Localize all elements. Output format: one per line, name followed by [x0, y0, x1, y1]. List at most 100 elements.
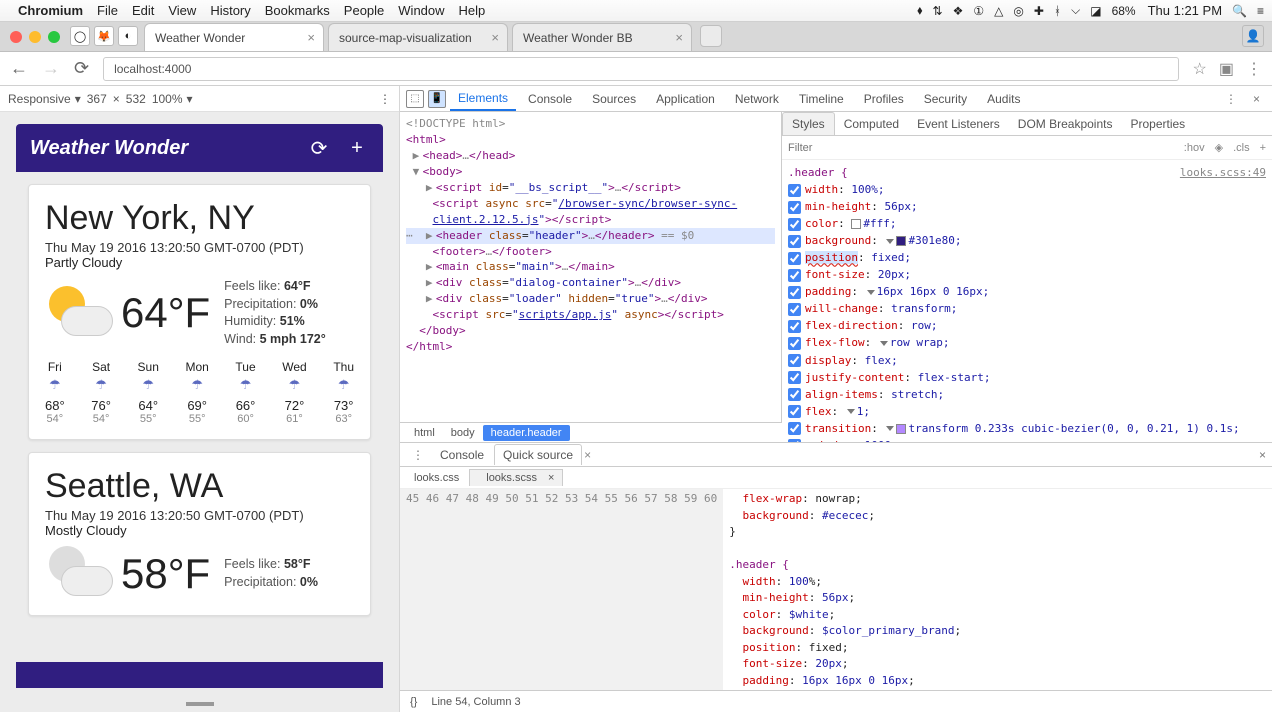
css-rule[interactable]: padding: 16px 16px 0 16px; [788, 283, 1266, 300]
drawer-close-icon[interactable]: × [1253, 448, 1272, 462]
menu-people[interactable]: People [344, 3, 384, 18]
css-rule[interactable]: align-items: stretch; [788, 386, 1266, 403]
rule-checkbox[interactable] [788, 218, 801, 231]
new-tab-button[interactable] [700, 25, 722, 47]
sync-icon[interactable]: ⇅ [933, 4, 943, 18]
rule-checkbox[interactable] [788, 354, 801, 367]
menu-window[interactable]: Window [398, 3, 444, 18]
device-height-input[interactable]: 532 [126, 92, 146, 106]
window-close-button[interactable] [10, 31, 22, 43]
tab-2[interactable]: source-map-visualization× [328, 23, 508, 51]
rule-checkbox[interactable] [788, 320, 801, 333]
crumb-body[interactable]: body [443, 425, 483, 441]
app-name[interactable]: Chromium [18, 3, 83, 18]
inspect-icon[interactable]: ⬚ [406, 90, 424, 108]
pinned-tab-3[interactable]: ◐ [118, 26, 138, 46]
menu-icon[interactable]: ❖ [953, 4, 964, 18]
nav-reload-button[interactable]: ⟳ [74, 58, 89, 79]
rule-checkbox[interactable] [788, 235, 801, 248]
panel-elements[interactable]: Elements [450, 87, 516, 111]
tab-close-icon[interactable]: × [491, 30, 499, 45]
menu-bookmarks[interactable]: Bookmarks [265, 3, 330, 18]
css-rule[interactable]: min-height: 56px; [788, 198, 1266, 215]
css-rule[interactable]: color: #fff; [788, 215, 1266, 232]
resize-handle[interactable] [186, 702, 214, 706]
css-rule[interactable]: flex-direction: row; [788, 317, 1266, 334]
nav-back-button[interactable]: ← [10, 58, 28, 79]
wifi-icon[interactable]: ⌵ [1071, 3, 1080, 18]
device-selector[interactable]: Responsive ▾ [8, 92, 81, 106]
bluetooth-icon[interactable]: ᚼ [1054, 4, 1061, 18]
pinned-tab-firefox[interactable]: 🦊 [94, 26, 114, 46]
rule-checkbox[interactable] [788, 201, 801, 214]
rule-checkbox[interactable] [788, 405, 801, 418]
device-mode-icon[interactable]: 📱 [428, 90, 446, 108]
cls-toggle[interactable]: .cls [1233, 142, 1250, 154]
styles-tab-computed[interactable]: Computed [835, 113, 908, 135]
zoom-selector[interactable]: 100% ▾ [152, 92, 193, 106]
rule-checkbox[interactable] [788, 371, 801, 384]
styles-tab-events[interactable]: Event Listeners [908, 113, 1009, 135]
box-model-icon[interactable]: ◈ [1215, 141, 1223, 154]
rule-checkbox[interactable] [788, 286, 801, 299]
file-tab-css[interactable]: looks.css [406, 470, 467, 486]
star-icon[interactable]: ☆ [1193, 59, 1207, 79]
notifications-icon[interactable]: ≡ [1257, 4, 1264, 18]
tab-close-icon[interactable]: × [307, 30, 315, 45]
css-rule[interactable]: position: fixed; [788, 249, 1266, 266]
elements-tree[interactable]: <!DOCTYPE html> <html> ▶<head>…</head> ▼… [400, 112, 782, 422]
devtools-close-icon[interactable]: × [1247, 92, 1266, 106]
panel-profiles[interactable]: Profiles [856, 88, 912, 110]
drawer-tab-close-icon[interactable]: × [584, 448, 591, 462]
refresh-icon[interactable]: ⟳ [307, 136, 331, 161]
devtools-menu-icon[interactable]: ⋮ [1219, 92, 1243, 106]
drawer-tab-console[interactable]: Console [432, 445, 492, 465]
add-icon[interactable]: + [345, 137, 369, 160]
styles-tab-dom[interactable]: DOM Breakpoints [1009, 113, 1122, 135]
crumb-html[interactable]: html [406, 425, 443, 441]
cast-icon[interactable]: ▣ [1219, 59, 1234, 79]
rule-checkbox[interactable] [788, 184, 801, 197]
panel-console[interactable]: Console [520, 88, 580, 110]
css-rule[interactable]: flex: 1; [788, 403, 1266, 420]
drawer-menu-icon[interactable]: ⋮ [406, 448, 430, 462]
tab-3[interactable]: Weather Wonder BB× [512, 23, 692, 51]
window-minimize-button[interactable] [29, 31, 41, 43]
nav-forward-button[interactable]: → [42, 58, 60, 79]
tab-1[interactable]: Weather Wonder× [144, 23, 324, 51]
rule-checkbox[interactable] [788, 269, 801, 282]
source-link[interactable]: looks.scss:49 [1180, 164, 1266, 181]
css-rule[interactable]: display: flex; [788, 352, 1266, 369]
status-braces[interactable]: {} [410, 696, 417, 708]
new-rule-icon[interactable]: + [1260, 142, 1266, 154]
drive-icon[interactable]: △ [994, 4, 1003, 18]
rule-checkbox[interactable] [788, 422, 801, 435]
panel-audits[interactable]: Audits [979, 88, 1028, 110]
pinned-tab-github[interactable]: ◯ [70, 26, 90, 46]
profile-button[interactable]: 👤 [1242, 25, 1264, 47]
menu-help[interactable]: Help [459, 3, 486, 18]
extension-icon[interactable]: ✚ [1034, 4, 1044, 18]
styles-rules[interactable]: looks.scss:49.header { width: 100%;min-h… [782, 160, 1272, 442]
menu-edit[interactable]: Edit [132, 3, 154, 18]
device-width-input[interactable]: 367 [87, 92, 107, 106]
source-editor[interactable]: 45 46 47 48 49 50 51 52 53 54 55 56 57 5… [400, 489, 1272, 690]
menu-file[interactable]: File [97, 3, 118, 18]
panel-sources[interactable]: Sources [584, 88, 644, 110]
crumb-header[interactable]: header.header [483, 425, 570, 441]
search-icon[interactable]: 🔍 [1232, 4, 1247, 18]
window-maximize-button[interactable] [48, 31, 60, 43]
panel-timeline[interactable]: Timeline [791, 88, 852, 110]
chrome-icon[interactable]: ◎ [1013, 4, 1023, 18]
panel-network[interactable]: Network [727, 88, 787, 110]
styles-filter-input[interactable] [788, 142, 1174, 154]
battery-icon[interactable]: ◪ [1090, 4, 1101, 18]
css-rule[interactable]: background: #301e80; [788, 232, 1266, 249]
panel-application[interactable]: Application [648, 88, 723, 110]
rule-checkbox[interactable] [788, 303, 801, 316]
url-input[interactable]: localhost:4000 [103, 57, 1178, 81]
css-rule[interactable]: width: 100%; [788, 181, 1266, 198]
css-rule[interactable]: font-size: 20px; [788, 266, 1266, 283]
panel-security[interactable]: Security [916, 88, 975, 110]
rule-checkbox[interactable] [788, 337, 801, 350]
